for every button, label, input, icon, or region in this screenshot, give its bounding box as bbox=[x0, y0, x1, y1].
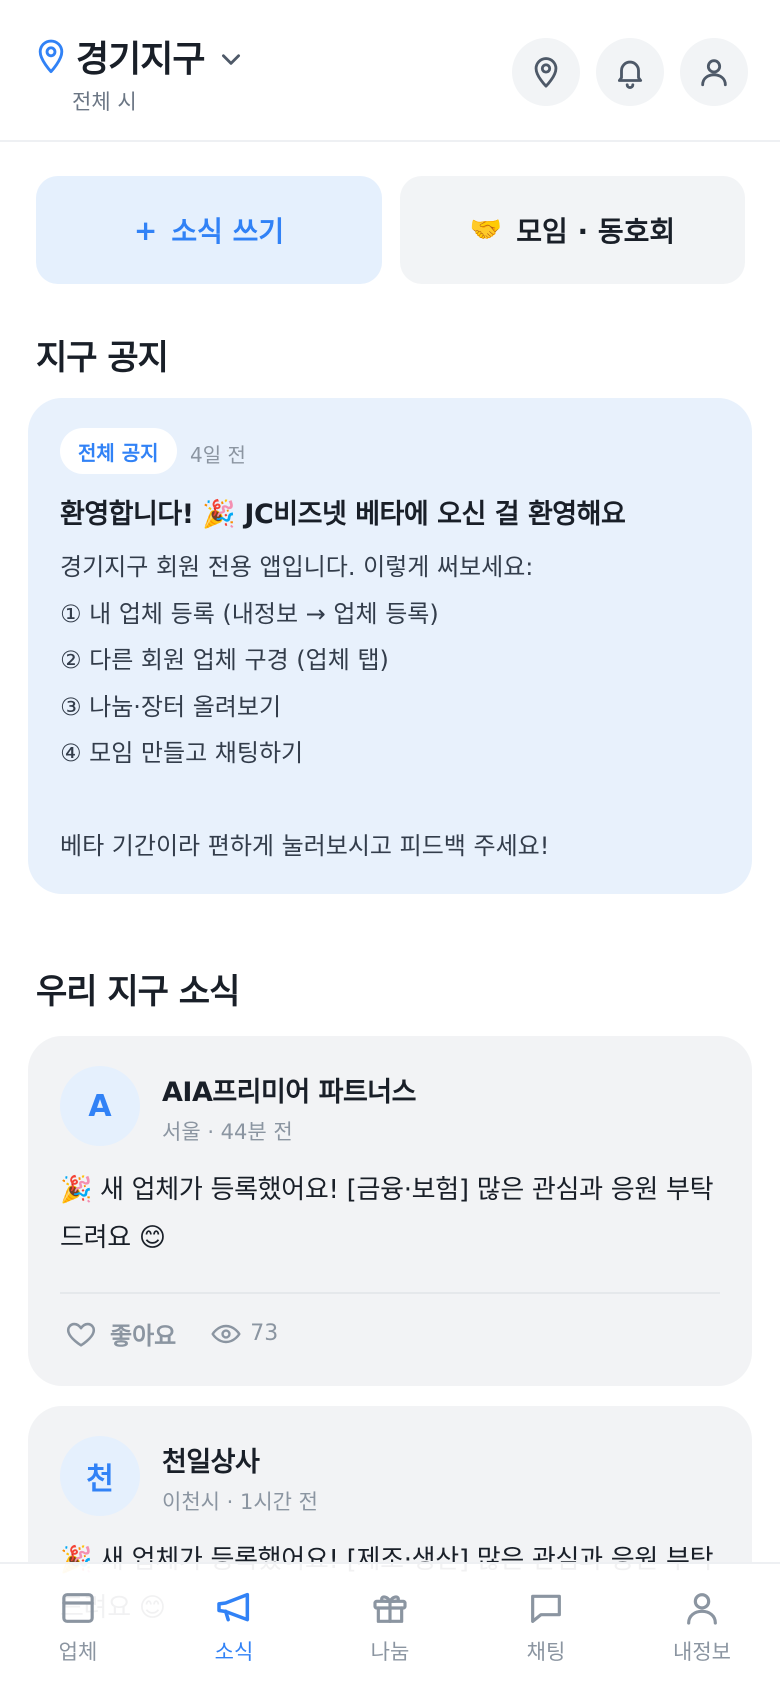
post-meta: 서울 · 44분 전 bbox=[162, 1120, 293, 1144]
post-card[interactable]: A AIA프리미어 파트너스 서울 · 44분 전 🎉 새 업체가 등록했어요!… bbox=[28, 1036, 752, 1386]
notifications-button[interactable] bbox=[596, 38, 664, 106]
bell-icon bbox=[617, 60, 643, 89]
heart-icon bbox=[66, 1322, 96, 1347]
post-actions: 좋아요 73 bbox=[60, 1316, 278, 1351]
nav-label: 내정보 bbox=[673, 1640, 731, 1664]
avatar: A bbox=[60, 1066, 140, 1146]
notice-card[interactable]: 전체 공지 4일 전 환영합니다! 🎉 JC비즈넷 베타에 오신 걸 환영해요 … bbox=[28, 398, 752, 894]
post-author: 천일상사 bbox=[162, 1447, 260, 1478]
nav-label: 나눔 bbox=[370, 1640, 410, 1664]
like-button[interactable]: 좋아요 bbox=[60, 1316, 176, 1351]
nav-item-profile[interactable]: 내정보 bbox=[624, 1564, 780, 1688]
map-pin-icon bbox=[534, 57, 558, 88]
nav-label: 채팅 bbox=[526, 1640, 566, 1664]
notice-badge: 전체 공지 bbox=[60, 428, 177, 474]
handshake-icon: 🤝 bbox=[469, 215, 503, 245]
nav-item-news[interactable]: 소식 bbox=[156, 1564, 312, 1688]
post-body: 🎉 새 업체가 등록했어요! [금융·보험] 많은 관심과 응원 부탁드려요 😊 bbox=[60, 1175, 714, 1253]
nav-item-store[interactable]: 업체 bbox=[0, 1564, 156, 1688]
notice-title: 환영합니다! 🎉 JC비즈넷 베타에 오신 걸 환영해요 bbox=[60, 499, 626, 530]
nav-item-chat[interactable]: 채팅 bbox=[468, 1564, 624, 1688]
notice-body: 경기지구 회원 전용 앱입니다. 이렇게 써보세요: ① 내 업체 등록 (내정… bbox=[60, 553, 550, 860]
gift-icon bbox=[373, 1595, 407, 1623]
notice-section-title: 지구 공지 bbox=[36, 338, 169, 378]
eye-icon bbox=[211, 1324, 241, 1343]
write-news-label: 소식 쓰기 bbox=[171, 215, 285, 248]
nav-label: 업체 bbox=[58, 1640, 98, 1664]
plus-icon: + bbox=[133, 213, 158, 247]
megaphone-icon bbox=[217, 1592, 250, 1622]
nav-label: 소식 bbox=[214, 1640, 254, 1664]
location-button[interactable] bbox=[512, 38, 580, 106]
store-icon bbox=[62, 1593, 94, 1623]
nav-item-share[interactable]: 나눔 bbox=[312, 1564, 468, 1688]
meetups-label: 모임 · 동호회 bbox=[516, 215, 676, 248]
location-pin-icon bbox=[38, 39, 64, 74]
write-news-button[interactable]: + 소식 쓰기 bbox=[36, 176, 382, 284]
post-author: AIA프리미어 파트너스 bbox=[162, 1077, 416, 1108]
region-selector[interactable]: 경기지구 bbox=[36, 30, 244, 82]
bottom-navigation: 업체 소식 나눔 채팅 내정보 bbox=[0, 1562, 780, 1688]
post-meta: 이천시 · 1시간 전 bbox=[162, 1490, 318, 1514]
divider bbox=[60, 1292, 720, 1294]
user-icon bbox=[701, 59, 727, 87]
person-icon bbox=[687, 1593, 717, 1625]
avatar: 천 bbox=[60, 1436, 140, 1516]
chat-icon bbox=[531, 1594, 561, 1623]
view-count-value: 73 bbox=[250, 1321, 279, 1346]
region-title[interactable]: 경기지구 bbox=[76, 30, 205, 82]
news-section-title: 우리 지구 소식 bbox=[36, 972, 240, 1012]
profile-button[interactable] bbox=[680, 38, 748, 106]
top-header: 경기지구 전체 시 bbox=[0, 0, 780, 142]
chevron-down-icon[interactable] bbox=[218, 46, 244, 72]
like-label: 좋아요 bbox=[110, 1322, 177, 1350]
view-count: 73 bbox=[210, 1318, 278, 1350]
meetups-button[interactable]: 🤝 모임 · 동호회 bbox=[400, 176, 745, 284]
region-subtitle: 전체 시 bbox=[72, 90, 137, 114]
notice-time: 4일 전 bbox=[190, 443, 246, 467]
